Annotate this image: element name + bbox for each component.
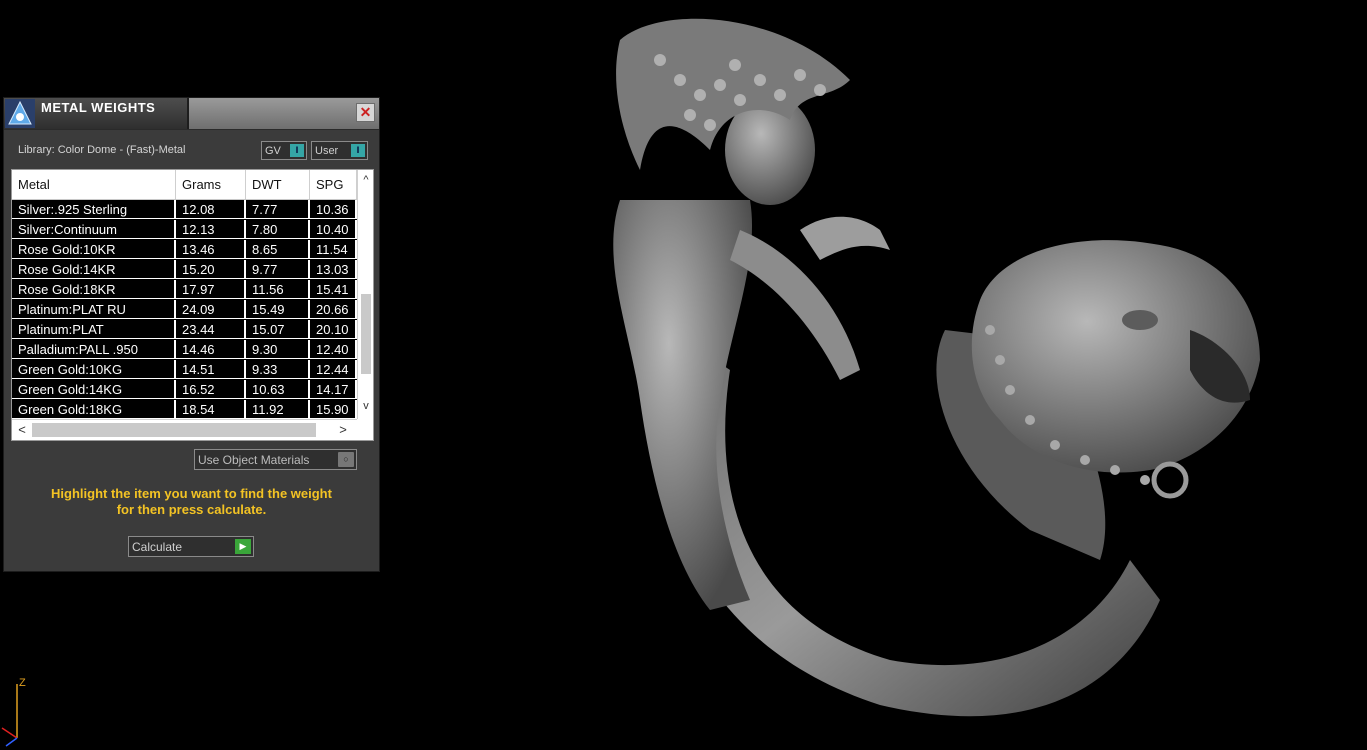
table-row[interactable]: Green Gold:14KG 16.52 10.63 14.17 xyxy=(12,380,357,400)
cell-metal: Green Gold:14KG xyxy=(12,380,176,399)
use-object-materials-label: Use Object Materials xyxy=(198,453,310,467)
axis-gizmo: Z xyxy=(1,677,26,747)
scroll-left-icon[interactable]: < xyxy=(13,421,31,439)
scroll-right-icon[interactable]: > xyxy=(334,421,352,439)
horizontal-scrollbar[interactable]: < > xyxy=(12,419,357,440)
cell-spg: 15.90 xyxy=(310,400,357,419)
toggle-off-icon: ○ xyxy=(338,452,354,467)
cell-dwt: 15.07 xyxy=(246,320,310,339)
table-body: Silver:.925 Sterling 12.08 7.77 10.36 Si… xyxy=(12,200,357,419)
column-header-grams[interactable]: Grams xyxy=(176,170,246,199)
column-header-dwt[interactable]: DWT xyxy=(246,170,310,199)
cell-grams: 17.97 xyxy=(176,280,246,299)
table-row[interactable]: Silver:Continuum 12.13 7.80 10.40 xyxy=(12,220,357,240)
panel-titlebar[interactable]: METAL WEIGHTS ✕ xyxy=(4,98,379,130)
cell-metal: Palladium:PALL .950 xyxy=(12,340,176,359)
scrollbar-corner xyxy=(357,419,373,439)
horizontal-scroll-thumb[interactable] xyxy=(32,423,316,437)
cell-spg: 11.54 xyxy=(310,240,357,259)
calculate-label: Calculate xyxy=(132,540,183,554)
cell-spg: 15.41 xyxy=(310,280,357,299)
table-row[interactable]: Palladium:PALL .950 14.46 9.30 12.40 xyxy=(12,340,357,360)
user-toggle-indicator: I xyxy=(351,144,365,157)
cell-metal: Platinum:PLAT xyxy=(12,320,176,339)
cell-spg: 14.17 xyxy=(310,380,357,399)
cell-metal: Silver:Continuum xyxy=(12,220,176,239)
cell-grams: 12.08 xyxy=(176,200,246,219)
cell-spg: 20.10 xyxy=(310,320,357,339)
cell-metal: Platinum:PLAT RU xyxy=(12,300,176,319)
gv-toggle-label: GV xyxy=(265,145,281,157)
table-row[interactable]: Rose Gold:14KR 15.20 9.77 13.03 xyxy=(12,260,357,280)
z-axis-label: Z xyxy=(19,677,26,689)
matrix-logo-icon xyxy=(5,99,35,128)
cell-grams: 18.54 xyxy=(176,400,246,419)
cell-grams: 23.44 xyxy=(176,320,246,339)
cell-dwt: 11.92 xyxy=(246,400,310,419)
scroll-down-icon[interactable]: v xyxy=(358,398,373,414)
cell-dwt: 10.63 xyxy=(246,380,310,399)
cell-grams: 15.20 xyxy=(176,260,246,279)
table-row[interactable]: Green Gold:18KG 18.54 11.92 15.90 xyxy=(12,400,357,419)
table-row[interactable]: Rose Gold:10KR 13.46 8.65 11.54 xyxy=(12,240,357,260)
use-object-materials-toggle[interactable]: Use Object Materials ○ xyxy=(194,449,357,470)
metal-weights-panel: METAL WEIGHTS ✕ Library: Color Dome - (F… xyxy=(3,97,380,572)
cell-metal: Green Gold:10KG xyxy=(12,360,176,379)
cell-dwt: 11.56 xyxy=(246,280,310,299)
table-header: Metal Grams DWT SPG xyxy=(12,170,357,200)
user-toggle-label: User xyxy=(315,145,339,157)
cell-dwt: 7.77 xyxy=(246,200,310,219)
table-row[interactable]: Platinum:PLAT RU 24.09 15.49 20.66 xyxy=(12,300,357,320)
cell-grams: 14.51 xyxy=(176,360,246,379)
cell-grams: 12.13 xyxy=(176,220,246,239)
cell-grams: 14.46 xyxy=(176,340,246,359)
table-row[interactable]: Green Gold:10KG 14.51 9.33 12.44 xyxy=(12,360,357,380)
cell-metal: Silver:.925 Sterling xyxy=(12,200,176,219)
gv-toggle-indicator: I xyxy=(290,144,304,157)
cell-grams: 16.52 xyxy=(176,380,246,399)
cell-dwt: 9.30 xyxy=(246,340,310,359)
cell-spg: 13.03 xyxy=(310,260,357,279)
cell-dwt: 9.33 xyxy=(246,360,310,379)
cell-spg: 20.66 xyxy=(310,300,357,319)
y-axis-line xyxy=(5,737,18,747)
ring-model-render[interactable] xyxy=(560,0,1320,750)
instruction-line-1: Highlight the item you want to find the … xyxy=(51,486,332,501)
cell-grams: 24.09 xyxy=(176,300,246,319)
instruction-line-2: for then press calculate. xyxy=(116,502,267,517)
library-label: Library: Color Dome - (Fast)-Metal xyxy=(18,144,186,156)
cell-spg: 12.44 xyxy=(310,360,357,379)
cell-metal: Rose Gold:18KR xyxy=(12,280,176,299)
title-tab: METAL WEIGHTS xyxy=(4,98,189,129)
instruction-text: Highlight the item you want to find the … xyxy=(14,486,369,518)
x-axis-line xyxy=(1,727,18,739)
cell-dwt: 15.49 xyxy=(246,300,310,319)
gv-toggle[interactable]: GV I xyxy=(261,141,307,160)
cell-dwt: 7.80 xyxy=(246,220,310,239)
metal-table: Metal Grams DWT SPG Silver:.925 Sterling… xyxy=(11,169,374,441)
table-row[interactable]: Platinum:PLAT 23.44 15.07 20.10 xyxy=(12,320,357,340)
cell-spg: 12.40 xyxy=(310,340,357,359)
play-icon: ▶ xyxy=(235,539,251,554)
close-button[interactable]: ✕ xyxy=(356,103,375,122)
cell-metal: Rose Gold:14KR xyxy=(12,260,176,279)
cell-spg: 10.40 xyxy=(310,220,357,239)
column-header-spg[interactable]: SPG xyxy=(310,170,357,199)
user-toggle[interactable]: User I xyxy=(311,141,368,160)
vertical-scroll-thumb[interactable] xyxy=(361,294,371,374)
table-row[interactable]: Rose Gold:18KR 17.97 11.56 15.41 xyxy=(12,280,357,300)
table-row[interactable]: Silver:.925 Sterling 12.08 7.77 10.36 xyxy=(12,200,357,220)
cell-dwt: 9.77 xyxy=(246,260,310,279)
vertical-scrollbar[interactable]: ^ v xyxy=(357,170,373,419)
cell-grams: 13.46 xyxy=(176,240,246,259)
cell-metal: Rose Gold:10KR xyxy=(12,240,176,259)
cell-metal: Green Gold:18KG xyxy=(12,400,176,419)
scroll-up-icon[interactable]: ^ xyxy=(358,172,373,188)
column-header-metal[interactable]: Metal xyxy=(12,170,176,199)
cell-spg: 10.36 xyxy=(310,200,357,219)
cell-dwt: 8.65 xyxy=(246,240,310,259)
calculate-button[interactable]: Calculate ▶ xyxy=(128,536,254,557)
panel-title: METAL WEIGHTS xyxy=(41,100,156,115)
